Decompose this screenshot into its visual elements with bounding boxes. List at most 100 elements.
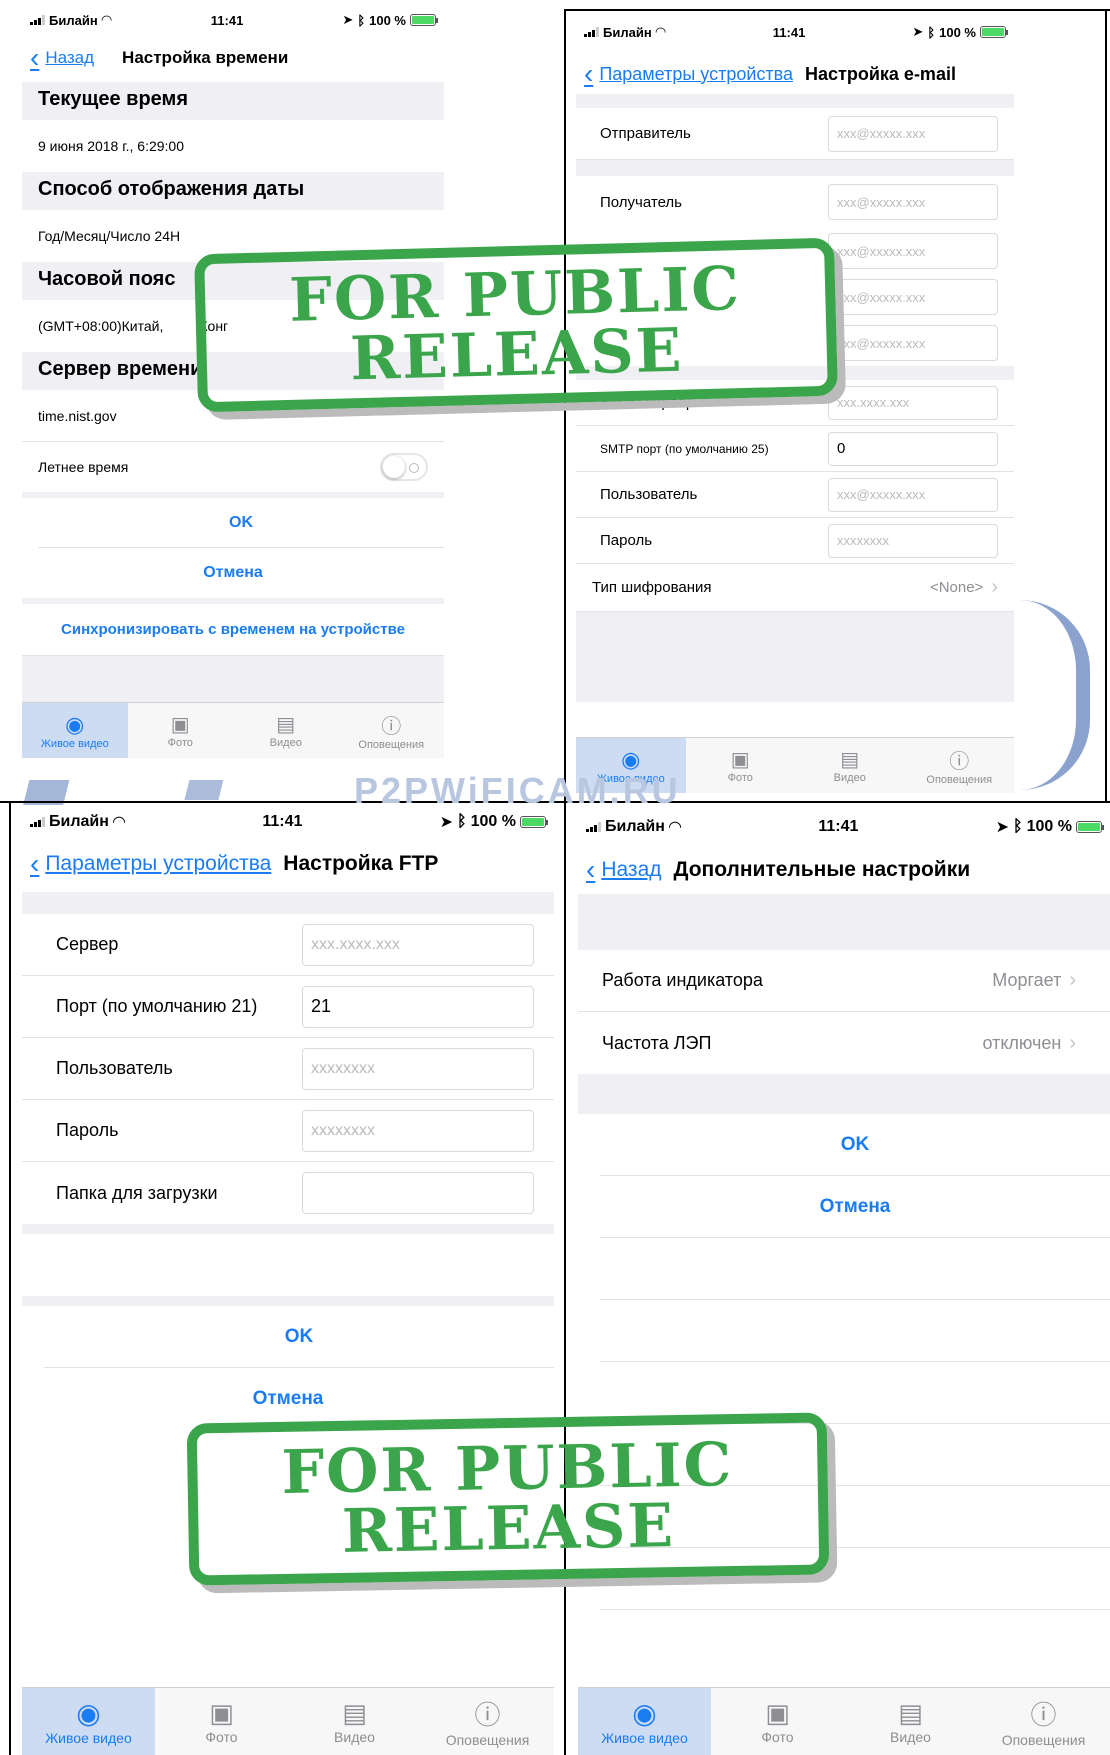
- back-label: Параметры устройства: [599, 63, 794, 84]
- wifi-icon: ◠: [655, 24, 666, 39]
- wifi-icon: ◠: [668, 819, 682, 836]
- tab-label: Оповещения: [358, 739, 425, 751]
- alert-icon: ⓘ: [381, 716, 402, 738]
- tab-video[interactable]: ▤ Видео: [795, 738, 905, 793]
- ftp-user-input[interactable]: xxxxxxxx: [302, 1047, 534, 1090]
- smtp-port-row: SMTP порт (по умолчанию 25) 0: [576, 426, 1014, 472]
- status-bar: Билайн ◠ 11:41 ➤ ᛒ 100 %: [22, 808, 554, 836]
- dst-label: Летнее время: [38, 459, 129, 475]
- ok-label: OK: [284, 1325, 314, 1347]
- tab-label: Оповещения: [926, 774, 993, 786]
- carrier-name: Билайн: [49, 813, 109, 830]
- smtp-server-input[interactable]: xxx.xxxx.xxx: [828, 385, 998, 420]
- ftp-password-label: Пароль: [56, 1120, 119, 1140]
- advanced-settings-screen: Билайн ◠ 11:41 ➤ ᛒ 100 % ‹ Назад Дополнитель…: [578, 808, 1110, 1755]
- tab-video[interactable]: ▤ Видео: [233, 703, 339, 758]
- tab-label: Оповещения: [1001, 1732, 1086, 1748]
- chevron-left-icon: ‹: [586, 854, 596, 885]
- smtp-user-input[interactable]: xxx@xxxxx.xxx: [828, 477, 998, 512]
- nav-bar: ‹ Назад Дополнительные настройки: [578, 846, 1110, 894]
- cancel-button[interactable]: Отмена: [600, 1176, 1110, 1238]
- recipient-input-3[interactable]: xxx@xxxxx.xxx: [828, 279, 998, 315]
- smtp-password-input[interactable]: xxxxxxxx: [828, 523, 998, 558]
- empty-row: [600, 1300, 1110, 1362]
- back-label: Назад: [601, 858, 662, 881]
- indicator-row[interactable]: Работа индикатора Моргает ›: [578, 950, 1110, 1012]
- back-button[interactable]: ‹ Назад: [30, 44, 94, 72]
- recipient-input-1[interactable]: xxx@xxxxx.xxx: [828, 184, 998, 220]
- tab-photo[interactable]: ▣ Фото: [686, 738, 796, 793]
- tab-label: Живое видео: [40, 737, 109, 750]
- tab-label: Фото: [205, 1729, 238, 1745]
- grid-divider: [9, 801, 11, 1755]
- live-video-icon: ◉: [621, 746, 641, 772]
- ok-button[interactable]: OK: [38, 498, 444, 548]
- back-button[interactable]: ‹ Назад: [586, 856, 662, 884]
- tab-alerts[interactable]: ⓘ Оповещения: [977, 1688, 1110, 1755]
- bluetooth-icon: ᛒ: [927, 24, 936, 40]
- powerline-value: отключен: [982, 1032, 1062, 1053]
- status-time: 11:41: [772, 24, 806, 40]
- tab-alerts[interactable]: ⓘ Оповещения: [339, 703, 445, 758]
- nav-bar: ‹ Параметры устройства Настройка e-mail: [576, 54, 1014, 94]
- current-time-value: 9 июня 2018 г., 6:29:00: [38, 138, 185, 154]
- sync-button[interactable]: Синхронизировать с временем на устройств…: [22, 604, 444, 656]
- status-time: 11:41: [262, 813, 303, 830]
- tab-alerts[interactable]: ⓘ Оповещения: [905, 738, 1015, 793]
- photo-icon: ▣: [170, 714, 190, 736]
- powerline-row[interactable]: Частота ЛЭП отключен ›: [578, 1012, 1110, 1074]
- smtp-user-label: Пользователь: [600, 486, 698, 503]
- back-button[interactable]: ‹ Параметры устройства: [584, 60, 793, 88]
- encryption-label: Тип шифрования: [592, 579, 712, 596]
- nav-bar: ‹ Назад Настройка времени: [22, 40, 444, 76]
- sender-input[interactable]: xxx@xxxxx.xxx: [828, 115, 998, 152]
- video-camera-icon: ▤: [276, 714, 296, 736]
- tab-alerts[interactable]: ⓘ Оповещения: [421, 1688, 554, 1755]
- location-icon: ➤: [912, 24, 924, 39]
- cancel-button[interactable]: Отмена: [22, 548, 444, 598]
- tab-video[interactable]: ▤ Видео: [288, 1688, 421, 1755]
- photo-icon: ▣: [730, 749, 750, 771]
- location-icon: ➤: [995, 819, 1010, 836]
- wifi-icon: ◠: [112, 814, 126, 831]
- ftp-user-label: Пользователь: [56, 1058, 173, 1078]
- tab-label: Видео: [833, 772, 866, 784]
- watermark-arc: [1020, 600, 1090, 790]
- recipient-input-2[interactable]: xxx@xxxxx.xxx: [828, 233, 998, 269]
- status-time: 11:41: [210, 12, 244, 28]
- ok-button[interactable]: OK: [600, 1114, 1110, 1176]
- live-video-icon: ◉: [632, 1698, 657, 1729]
- back-button[interactable]: ‹ Параметры устройства: [30, 850, 271, 878]
- tab-photo[interactable]: ▣ Фото: [711, 1688, 844, 1755]
- smtp-port-input[interactable]: 0: [828, 431, 998, 466]
- page-title: Дополнительные настройки: [673, 858, 971, 881]
- tab-live-video[interactable]: ◉ Живое видео: [22, 1688, 155, 1755]
- tab-live-video[interactable]: ◉ Живое видео: [578, 1688, 711, 1755]
- smtp-user-row: Пользователь xxx@xxxxx.xxx: [576, 472, 1014, 518]
- nav-bar: ‹ Параметры устройства Настройка FTP: [22, 836, 554, 892]
- ok-button[interactable]: OK: [44, 1306, 554, 1368]
- tab-photo[interactable]: ▣ Фото: [155, 1688, 288, 1755]
- tab-live-video[interactable]: ◉ Живое видео: [22, 703, 128, 758]
- cancel-label: Отмена: [252, 1388, 324, 1409]
- ok-label: OK: [229, 513, 253, 531]
- tab-label: Видео: [890, 1729, 931, 1745]
- signal-icon: [30, 15, 45, 25]
- ftp-port-input[interactable]: 21: [302, 985, 534, 1028]
- chevron-right-icon: ›: [991, 576, 998, 598]
- tab-label: Фото: [727, 772, 753, 784]
- tab-label: Оповещения: [445, 1732, 530, 1748]
- recipient-input-4[interactable]: xxx@xxxxx.xxx: [828, 325, 998, 361]
- dst-toggle[interactable]: [380, 453, 428, 481]
- tab-video[interactable]: ▤ Видео: [844, 1688, 977, 1755]
- ftp-password-input[interactable]: xxxxxxxx: [302, 1109, 534, 1152]
- page-title: Настройка времени: [122, 48, 289, 67]
- ftp-folder-input[interactable]: [302, 1172, 534, 1214]
- tab-photo[interactable]: ▣ Фото: [128, 703, 234, 758]
- recipient-row: Получатель xxx@xxxxx.xxx: [576, 176, 1014, 228]
- location-icon: ➤: [439, 814, 454, 831]
- ftp-server-input[interactable]: xxx.xxxx.xxx: [302, 923, 534, 966]
- ftp-folder-label: Папка для загрузки: [56, 1182, 218, 1203]
- encryption-row[interactable]: Тип шифрования <None> ›: [576, 564, 1014, 612]
- indicator-value: Моргает: [992, 970, 1062, 990]
